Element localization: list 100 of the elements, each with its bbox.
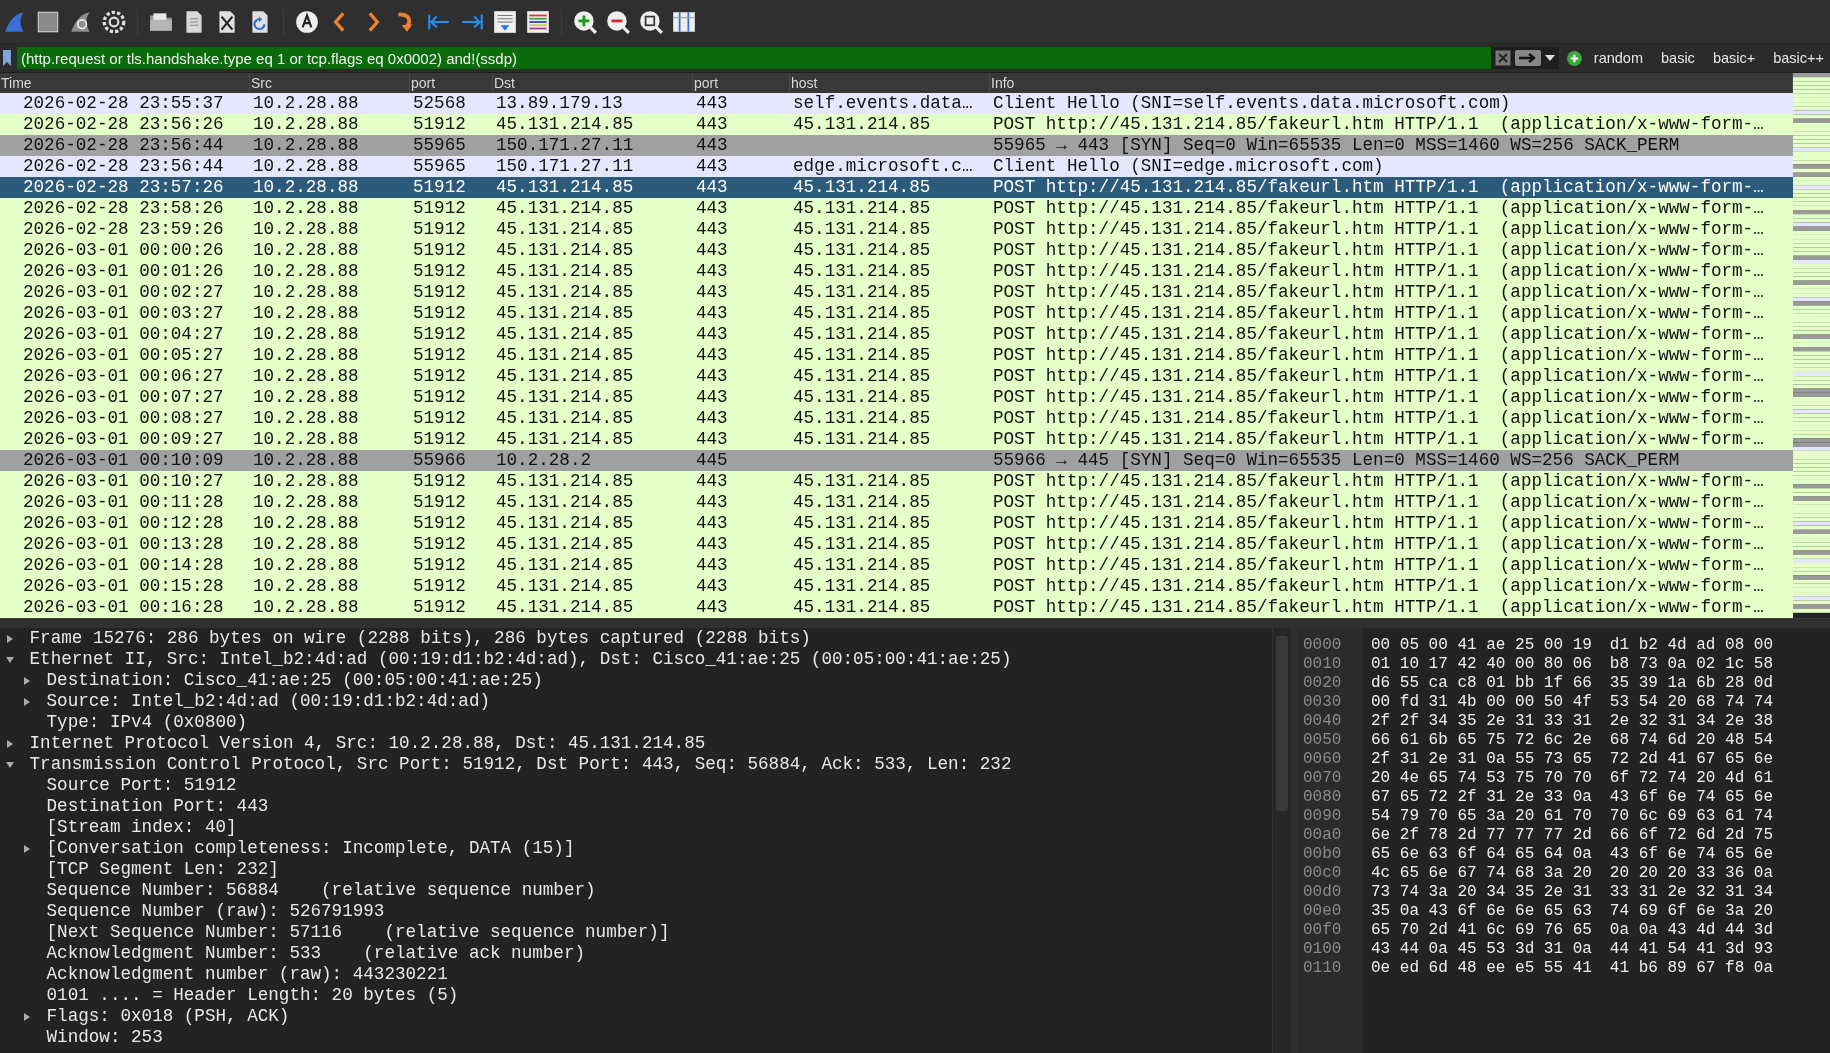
tree-item[interactable]: [TCP Segment Len: 232] bbox=[0, 859, 1272, 880]
packet-row[interactable]: 2026-02-28 23:56:44 10.2.28.88 55965 150.171.27.11 443 55965 → 443 [SYN] Seq=0 Win=65535 Len=0 MSS=1460 WS=256 SACK_PERM bbox=[0, 135, 1793, 156]
offset-label: 00d0 bbox=[1303, 883, 1343, 902]
tree-item[interactable]: 0101 .... = Header Length: 20 bytes (5) bbox=[0, 985, 1272, 1006]
autoscroll-icon[interactable] bbox=[492, 8, 518, 35]
table-cell-text: 45.131.214.85 bbox=[792, 534, 931, 555]
filter-field[interactable]: (http.request or tls.handshake.type eq 1 or tcp.flags eq 0x0002) and!(ssdp) bbox=[16, 47, 1491, 69]
packet-row[interactable]: 2026-03-01 00:16:28 10.2.28.88 51912 45.131.214.85 443 45.131.214.85 POST http://45.131.214.85/fakeurl.htm HTTP/1.1 (application/x-www-form-… bbox=[0, 597, 1793, 618]
packet-row[interactable]: 2026-03-01 00:14:28 10.2.28.88 51912 45.131.214.85 443 45.131.214.85 POST http://45.131.214.85/fakeurl.htm HTTP/1.1 (application/x-www-form-… bbox=[0, 555, 1793, 576]
add-icon[interactable] bbox=[1567, 50, 1582, 66]
tree-item[interactable]: Destination Port: 443 bbox=[0, 796, 1272, 817]
packet-row[interactable]: 2026-03-01 00:04:27 10.2.28.88 51912 45.131.214.85 443 45.131.214.85 POST http://45.131.214.85/fakeurl.htm HTTP/1.1 (application/x-www-form-… bbox=[0, 324, 1793, 345]
table-cell-text: 51912 bbox=[412, 576, 466, 597]
hex-bytes: 43 6f 6e 74 65 6e bbox=[1609, 788, 1774, 807]
table-cell-text: 45.131.214.85 bbox=[495, 597, 634, 618]
table-cell-text: 443 bbox=[695, 429, 728, 450]
expand-arrow-icon[interactable] bbox=[23, 676, 31, 685]
packet-row[interactable]: 2026-03-01 00:10:09 10.2.28.88 55966 10.2.28.2 445 55966 → 445 [SYN] Seq=0 Win=65535 Len=0 MSS=1460 WS=256 SACK_PERM bbox=[0, 450, 1793, 471]
filter-button[interactable]: basic+ bbox=[1706, 48, 1762, 68]
expand-arrow-icon[interactable] bbox=[6, 739, 14, 748]
zoom-out-icon[interactable] bbox=[605, 8, 631, 35]
collapse-arrow-icon[interactable] bbox=[6, 760, 14, 769]
offset-label: 0100 bbox=[1303, 940, 1343, 959]
packet-row[interactable]: 2026-02-28 23:57:26 10.2.28.88 51912 45.131.214.85 443 45.131.214.85 POST http://45.131.214.85/fakeurl.htm HTTP/1.1 (application/x-www-form-… bbox=[0, 177, 1793, 198]
packet-row[interactable]: 2026-02-28 23:56:44 10.2.28.88 55965 150.171.27.11 443 edge.microsoft.c… Client Hello (SNI=edge.microsoft.com) bbox=[0, 156, 1793, 177]
tree-item[interactable]: Source: Intel_b2:4d:ad (00:19:d1:b2:4d:ad) bbox=[0, 691, 1272, 712]
tree-item[interactable]: Sequence Number (raw): 526791993 bbox=[0, 901, 1272, 922]
tree-item[interactable]: Type: IPv4 (0x0800) bbox=[0, 712, 1272, 733]
search-icon[interactable] bbox=[294, 8, 320, 35]
collapse-arrow-icon[interactable] bbox=[6, 655, 14, 664]
expand-arrow-icon[interactable] bbox=[6, 634, 14, 643]
table-cell-text: 2026-03-01 00:07:27 bbox=[22, 387, 224, 408]
table-cell-text: 2026-03-01 00:05:27 bbox=[22, 345, 224, 366]
hex-bytes: 00 fd 31 4b 00 00 50 4f bbox=[1371, 693, 1592, 712]
table-cell-text: 51912 bbox=[412, 282, 466, 303]
table-cell-text: 2026-03-01 00:10:27 bbox=[22, 471, 224, 492]
expand-arrow-icon[interactable] bbox=[23, 697, 31, 706]
table-cell-text: 10.2.28.88 bbox=[252, 534, 359, 555]
colorize-icon[interactable] bbox=[525, 8, 551, 35]
clear-icon[interactable] bbox=[1495, 50, 1511, 66]
tree-item[interactable]: Sequence Number: 56884 (relative sequence number) bbox=[0, 880, 1272, 901]
packet-row[interactable]: 2026-02-28 23:58:26 10.2.28.88 51912 45.131.214.85 443 45.131.214.85 POST http://45.131.214.85/fakeurl.htm HTTP/1.1 (application/x-www-form-… bbox=[0, 198, 1793, 219]
table-cell-text: Client Hello (SNI=edge.microsoft.com) bbox=[992, 156, 1384, 177]
hex-bytes: 2f 2f 34 35 2e 31 33 31 bbox=[1371, 712, 1592, 731]
packet-row[interactable]: 2026-03-01 00:12:28 10.2.28.88 51912 45.131.214.85 443 45.131.214.85 POST http://45.131.214.85/fakeurl.htm HTTP/1.1 (application/x-www-form-… bbox=[0, 513, 1793, 534]
filter-button[interactable]: basic++ bbox=[1767, 48, 1830, 68]
tree-item[interactable]: [Stream index: 40] bbox=[0, 817, 1272, 838]
expand-arrow-icon[interactable] bbox=[23, 1012, 31, 1021]
packet-row[interactable]: 2026-02-28 23:56:26 10.2.28.88 51912 45.131.214.85 443 45.131.214.85 POST http://45.131.214.85/fakeurl.htm HTTP/1.1 (application/x-www-form-… bbox=[0, 114, 1793, 135]
packet-row[interactable]: 2026-03-01 00:01:26 10.2.28.88 51912 45.131.214.85 443 45.131.214.85 POST http://45.131.214.85/fakeurl.htm HTTP/1.1 (application/x-www-form-… bbox=[0, 261, 1793, 282]
packet-row[interactable]: 2026-03-01 00:05:27 10.2.28.88 51912 45.131.214.85 443 45.131.214.85 POST http://45.131.214.85/fakeurl.htm HTTP/1.1 (application/x-www-form-… bbox=[0, 345, 1793, 366]
expand-arrow-icon[interactable] bbox=[23, 844, 31, 853]
packet-row[interactable]: 2026-02-28 23:59:26 10.2.28.88 51912 45.131.214.85 443 45.131.214.85 POST http://45.131.214.85/fakeurl.htm HTTP/1.1 (application/x-www-form-… bbox=[0, 219, 1793, 240]
zoom-reset-icon[interactable] bbox=[638, 8, 664, 35]
hex-bytes: 67 65 72 2f 31 2e 33 0a bbox=[1371, 788, 1592, 807]
packet-row[interactable]: 2026-03-01 00:00:26 10.2.28.88 51912 45.131.214.85 443 45.131.214.85 POST http://45.131.214.85/fakeurl.htm HTTP/1.1 (application/x-www-form-… bbox=[0, 240, 1793, 261]
table-cell-text: 10.2.28.88 bbox=[252, 114, 359, 135]
zoom-in-icon[interactable] bbox=[572, 8, 598, 35]
tree-item[interactable]: Window: 253 bbox=[0, 1027, 1272, 1048]
packet-row[interactable]: 2026-03-01 00:07:27 10.2.28.88 51912 45.131.214.85 443 45.131.214.85 POST http://45.131.214.85/fakeurl.htm HTTP/1.1 (application/x-www-form-… bbox=[0, 387, 1793, 408]
tree-item[interactable]: Acknowledgment number (raw): 443230221 bbox=[0, 964, 1272, 985]
table-cell-text: edge.microsoft.c… bbox=[792, 156, 973, 177]
packet-row[interactable]: 2026-03-01 00:09:27 10.2.28.88 51912 45.131.214.85 443 45.131.214.85 POST http://45.131.214.85/fakeurl.htm HTTP/1.1 (application/x-www-form-… bbox=[0, 429, 1793, 450]
tree-item[interactable]: Source Port: 51912 bbox=[0, 775, 1272, 796]
tree-item[interactable]: Flags: 0x018 (PSH, ACK) bbox=[0, 1006, 1272, 1027]
table-cell-text: 2026-03-01 00:13:28 bbox=[22, 534, 224, 555]
table-cell-text: 45.131.214.85 bbox=[495, 240, 634, 261]
filter-button[interactable]: basic bbox=[1655, 48, 1701, 68]
tree-item[interactable]: Transmission Control Protocol, Src Port: 51912, Dst Port: 443, Seq: 56884, Ack: 533, Len: 232 bbox=[0, 754, 1272, 775]
table-cell-text: 443 bbox=[695, 198, 728, 219]
tree-item[interactable]: [Next Sequence Number: 57116 (relative sequence number)] bbox=[0, 922, 1272, 943]
tree-item[interactable]: [Conversation completeness: Incomplete, DATA (15)] bbox=[0, 838, 1272, 859]
table-cell-text: 443 bbox=[695, 366, 728, 387]
packet-row[interactable]: 2026-03-01 00:15:28 10.2.28.88 51912 45.131.214.85 443 45.131.214.85 POST http://45.131.214.85/fakeurl.htm HTTP/1.1 (application/x-www-form-… bbox=[0, 576, 1793, 597]
packet-row[interactable]: 2026-03-01 00:08:27 10.2.28.88 51912 45.131.214.85 443 45.131.214.85 POST http://45.131.214.85/fakeurl.htm HTTP/1.1 (application/x-www-form-… bbox=[0, 408, 1793, 429]
tree-item[interactable]: Internet Protocol Version 4, Src: 10.2.28.88, Dst: 45.131.214.85 bbox=[0, 733, 1272, 754]
packet-row[interactable]: 2026-03-01 00:03:27 10.2.28.88 51912 45.131.214.85 443 45.131.214.85 POST http://45.131.214.85/fakeurl.htm HTTP/1.1 (application/x-www-form-… bbox=[0, 303, 1793, 324]
packet-row[interactable]: 2026-03-01 00:06:27 10.2.28.88 51912 45.131.214.85 443 45.131.214.85 POST http://45.131.214.85/fakeurl.htm HTTP/1.1 (application/x-www-form-… bbox=[0, 366, 1793, 387]
packet-row[interactable]: 2026-03-01 00:11:28 10.2.28.88 51912 45.131.214.85 443 45.131.214.85 POST http://45.131.214.85/fakeurl.htm HTTP/1.1 (application/x-www-form-… bbox=[0, 492, 1793, 513]
settings-icon[interactable] bbox=[101, 8, 127, 35]
tree-item[interactable]: Ethernet II, Src: Intel_b2:4d:ad (00:19:d1:b2:4d:ad), Dst: Cisco_41:ae:25 (00:05:00:41:ae:25) bbox=[0, 649, 1272, 670]
table-cell-text: 2026-03-01 00:12:28 bbox=[22, 513, 224, 534]
table-cell-text: 10.2.28.88 bbox=[252, 387, 359, 408]
tree-item[interactable]: Frame 15276: 286 bytes on wire (2288 bits), 286 bytes captured (2288 bits) bbox=[0, 628, 1272, 649]
table-cell-text: 10.2.28.88 bbox=[252, 366, 359, 387]
filter-button[interactable]: random bbox=[1587, 48, 1649, 68]
packet-row[interactable]: 2026-03-01 00:13:28 10.2.28.88 51912 45.131.214.85 443 45.131.214.85 POST http://45.131.214.85/fakeurl.htm HTTP/1.1 (application/x-www-form-… bbox=[0, 534, 1793, 555]
packet-row[interactable]: 2026-03-01 00:10:27 10.2.28.88 51912 45.131.214.85 443 45.131.214.85 POST http://45.131.214.85/fakeurl.htm HTTP/1.1 (application/x-www-form-… bbox=[0, 471, 1793, 492]
table-cell-text: 45.131.214.85 bbox=[792, 345, 931, 366]
table-cell-text: 45.131.214.85 bbox=[495, 366, 634, 387]
tree-item[interactable]: Destination: Cisco_41:ae:25 (00:05:00:41:ae:25) bbox=[0, 670, 1272, 691]
hex-bytes: 41 b6 89 67 f8 0a bbox=[1609, 959, 1774, 978]
dropdown-caret-icon[interactable] bbox=[1545, 55, 1555, 61]
packet-row[interactable]: 2026-03-01 00:02:27 10.2.28.88 51912 45.131.214.85 443 45.131.214.85 POST http://45.131.214.85/fakeurl.htm HTTP/1.1 (application/x-www-form-… bbox=[0, 282, 1793, 303]
tree-item[interactable]: Acknowledgment Number: 533 (relative ack number) bbox=[0, 943, 1272, 964]
packet-row[interactable]: 2026-02-28 23:55:37 10.2.28.88 52568 13.89.179.13 443 self.events.data… Client Hello (SNI=self.events.data.microsoft.com) bbox=[0, 93, 1793, 114]
table-cell-text: 45.131.214.85 bbox=[792, 492, 931, 513]
table-cell-text: POST http://45.131.214.85/fakeurl.htm HTTP/1.1 (application/x-www-form-… bbox=[992, 345, 1764, 366]
table-cell-text: POST http://45.131.214.85/fakeurl.htm HTTP/1.1 (application/x-www-form-… bbox=[992, 387, 1764, 408]
bookmark-icon[interactable] bbox=[3, 50, 11, 66]
